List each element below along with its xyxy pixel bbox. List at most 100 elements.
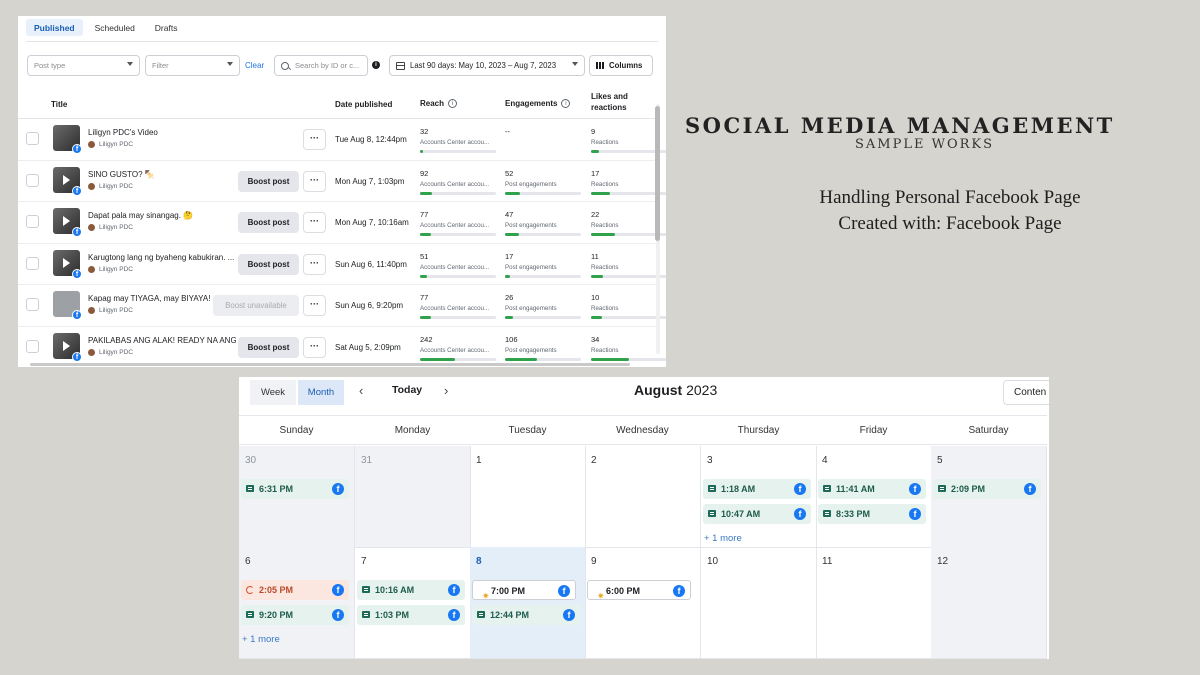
show-more-link[interactable]: + 1 more [242,634,280,645]
column-likes-reactions[interactable]: Likes and reactions [591,91,641,113]
calendar-event[interactable]: 12:44 PM f [472,605,580,625]
calendar-event[interactable]: 1:03 PM f [357,605,465,625]
vertical-scrollbar[interactable] [654,96,661,362]
tab-drafts[interactable]: Drafts [147,19,186,36]
reach-bar-fill [420,191,433,195]
reach-bar [420,191,496,195]
date-published: Sat Aug 5, 2:09pm [335,342,401,352]
calendar-day-cell[interactable]: 5 2:09 PM f [931,446,1047,548]
calendar-day-cell[interactable]: 11 [816,547,932,659]
calendar-event[interactable]: 11:41 AM f [818,479,926,499]
row-checkbox[interactable] [26,132,39,145]
search-icon [281,61,289,70]
weekday-monday: Monday [394,425,431,436]
calendar-day-cell[interactable]: 30 6:31 PM f [239,446,355,548]
weekday-header: Sunday Monday Tuesday Wednesday Thursday… [239,415,1047,445]
calendar-event[interactable]: 1:18 AM f [703,479,811,499]
post-title[interactable]: PAKILABAS ANG ALAK! READY NA ANG ... [88,336,236,345]
engagements-bar [505,274,581,278]
metric-engagements: 52 Post engagements [505,169,581,195]
column-date-published[interactable]: Date published [335,100,392,109]
date-range-picker[interactable]: Last 90 days: May 10, 2023 – Aug 7, 2023 [389,55,585,76]
calendar-event[interactable]: 10:47 AM f [703,504,811,524]
calendar-day-cell[interactable]: 12 [931,547,1047,659]
columns-button[interactable]: Columns [589,55,653,76]
reach-bar [420,274,496,278]
search-input[interactable]: Search by ID or c... [274,55,368,76]
filter-select[interactable]: Filter [145,55,240,76]
post-title[interactable]: Liligyn PDC's Video [88,128,236,137]
more-options-button[interactable]: ··· [303,212,326,233]
facebook-icon: f [72,268,82,279]
facebook-icon: f [673,585,685,597]
calendar-event[interactable]: ✷ 6:00 PM f [587,580,691,601]
calendar-day-cell[interactable]: 6 2:05 PM f 9:20 PM f + 1 more [239,547,355,659]
info-icon[interactable]: i [561,99,571,109]
view-week-button[interactable]: Week [250,380,296,405]
play-icon [63,257,70,268]
calendar-day-cell[interactable]: 9 ✷ 6:00 PM f [585,547,701,659]
column-reach[interactable]: Reach i [420,99,458,109]
post-title[interactable]: Dapat pala may sinangag. 🤔 [88,211,236,220]
boost-post-button[interactable]: Boost post [238,212,299,233]
more-options-button[interactable]: ··· [303,253,326,275]
row-checkbox[interactable] [26,256,39,270]
event-time: 7:00 PM [491,586,526,596]
calendar-event[interactable]: 6:31 PM f [241,479,349,499]
more-options-button[interactable]: ··· [303,336,326,358]
next-month-arrow-icon[interactable]: › [444,383,448,398]
post-title[interactable]: Karugtong lang ng byaheng kabukiran. ... [88,253,236,262]
today-button[interactable]: Today [392,384,422,396]
boost-post-button[interactable]: Boost post [238,253,299,275]
column-title[interactable]: Title [51,100,67,109]
reach-value: 77 [420,210,429,219]
author-name: Liligyn PDC [99,348,133,356]
calendar-event[interactable]: 2:09 PM f [933,479,1041,499]
clear-filters-link[interactable]: Clear [245,61,264,70]
calendar-day-cell[interactable]: 10 [701,547,817,659]
table-row: f Karugtong lang ng byaheng kabukiran. ..… [18,244,666,285]
boost-post-button[interactable]: Boost post [238,170,299,192]
post-icon [246,485,254,492]
day-number: 30 [245,455,257,466]
scrollbar-thumb[interactable] [655,106,660,241]
post-author: Liligyn PDC [88,307,133,314]
column-engagements[interactable]: Engagements i [505,99,571,109]
post-title[interactable]: SINO GUSTO? 🍢 [88,170,236,179]
calendar-event[interactable]: 10:16 AM f [357,580,465,600]
calendar-event[interactable]: 8:33 PM f [818,504,926,524]
calendar-event[interactable]: 2:05 PM f [241,580,349,600]
row-checkbox[interactable] [26,173,39,187]
horizontal-scrollbar[interactable] [30,363,630,366]
info-icon[interactable]: i [448,99,458,109]
more-options-button[interactable]: ··· [303,295,326,316]
tab-published[interactable]: Published [26,19,83,36]
engagements-label: Post engagements [505,346,557,354]
columns-label: Columns [609,61,643,70]
row-checkbox[interactable] [26,298,39,311]
post-type-select[interactable]: Post type [27,55,140,76]
info-icon[interactable]: i [372,61,380,69]
calendar-day-cell[interactable]: 3 1:18 AM f 10:47 AM f + 1 more [701,446,817,548]
calendar-day-cell[interactable]: 1 [470,446,586,548]
more-options-button[interactable]: ··· [303,129,326,150]
calendar-event[interactable]: ✷ 7:00 PM f [472,580,576,601]
calendar-day-cell[interactable]: 31 [355,446,471,548]
boost-post-button[interactable]: Boost post [238,336,299,358]
calendar-day-cell[interactable]: 2 [585,446,701,548]
content-dropdown-button[interactable]: Conten [1003,380,1049,405]
calendar-day-cell[interactable]: 7 10:16 AM f 1:03 PM f [355,547,471,659]
row-checkbox[interactable] [26,339,39,353]
weekday-wednesday: Wednesday [616,425,669,436]
row-checkbox[interactable] [26,215,39,228]
post-author: Liligyn PDC [88,141,133,148]
calendar-day-cell[interactable]: 4 11:41 AM f 8:33 PM f [816,446,932,548]
more-options-button[interactable]: ··· [303,170,326,192]
tab-divider [26,41,658,42]
view-month-button[interactable]: Month [298,380,344,405]
show-more-link[interactable]: + 1 more [704,533,742,544]
prev-month-arrow-icon[interactable]: ‹ [359,383,363,398]
calendar-day-cell[interactable]: 8 ✷ 7:00 PM f 12:44 PM f [470,547,586,659]
calendar-event[interactable]: 9:20 PM f [241,605,349,625]
tab-scheduled[interactable]: Scheduled [87,19,143,36]
